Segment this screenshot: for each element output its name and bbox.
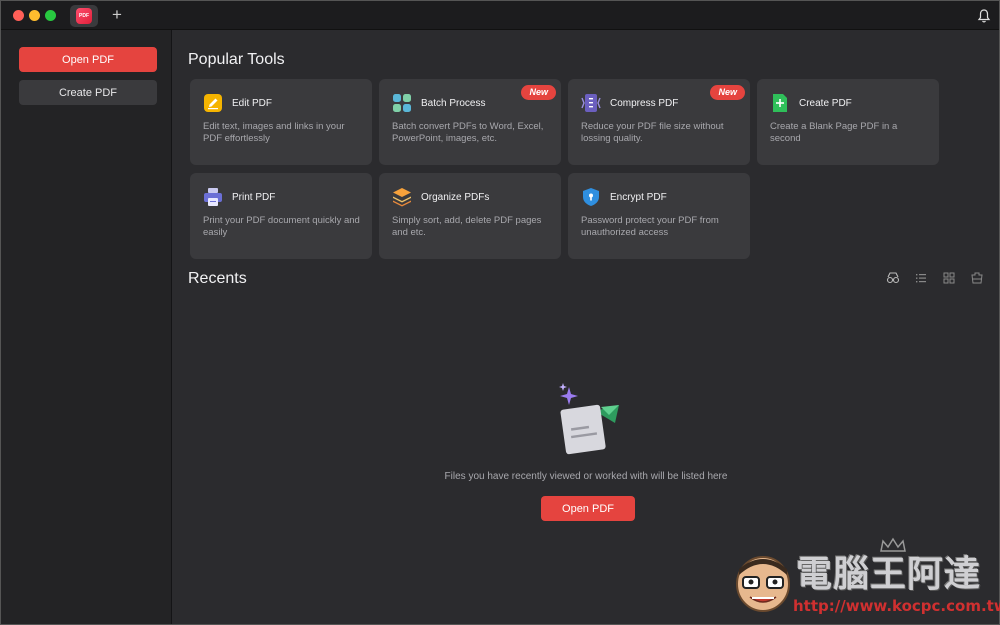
sidebar: Open PDF Create PDF	[1, 30, 172, 624]
clear-recents-icon[interactable]	[970, 271, 984, 285]
list-view-icon[interactable]	[914, 271, 928, 285]
tool-card-encrypt-pdf[interactable]: Encrypt PDF Password protect your PDF fr…	[568, 173, 750, 259]
tool-title: Compress PDF	[610, 98, 679, 109]
organize-icon	[393, 188, 411, 207]
print-icon	[204, 188, 222, 206]
recents-open-pdf-button[interactable]: Open PDF	[541, 496, 635, 521]
edit-icon	[204, 94, 222, 112]
tool-description: Password protect your PDF from unauthori…	[581, 215, 719, 238]
new-badge: New	[710, 85, 745, 100]
app-tab[interactable]: PDF	[70, 5, 98, 27]
encrypt-icon	[583, 188, 599, 206]
tool-card-organize-pdfs[interactable]: Organize PDFs Simply sort, add, delete P…	[379, 173, 561, 259]
popular-tools-heading: Popular Tools	[188, 51, 285, 68]
batch-icon	[393, 94, 411, 112]
tool-card-edit-pdf[interactable]: Edit PDF Edit text, images and links in …	[190, 79, 372, 165]
watermark-title: 電腦王阿達	[796, 554, 982, 595]
empty-documents-illustration	[559, 383, 619, 455]
tool-title: Batch Process	[421, 98, 486, 109]
watermark: 電腦王阿達 http://www.kocpc.com.tw	[731, 537, 1000, 621]
recents-heading: Recents	[188, 270, 247, 287]
watermark-url: http://www.kocpc.com.tw	[793, 597, 1000, 615]
minimize-window-button[interactable]	[29, 10, 40, 21]
mascot-face-logo	[736, 556, 790, 612]
zoom-window-button[interactable]	[45, 10, 56, 21]
new-tab-button[interactable]: +	[109, 6, 125, 24]
tool-card-print-pdf[interactable]: Print PDF Print your PDF document quickl…	[190, 173, 372, 259]
tool-description: Simply sort, add, delete PDF pages and e…	[392, 215, 542, 238]
glasses-view-icon[interactable]	[886, 271, 900, 285]
tool-title: Create PDF	[799, 98, 852, 109]
empty-recents-message: Files you have recently viewed or worked…	[444, 471, 728, 482]
bell-icon[interactable]	[976, 8, 992, 24]
app-logo-icon: PDF	[76, 8, 92, 24]
new-badge: New	[521, 85, 556, 100]
tool-description: Print your PDF document quickly and easi…	[203, 215, 360, 238]
tool-description: Create a Blank Page PDF in a second	[770, 121, 898, 144]
tool-description: Reduce your PDF file size without lossin…	[581, 121, 724, 144]
grid-view-icon[interactable]	[942, 271, 956, 285]
tool-title: Encrypt PDF	[610, 192, 667, 203]
tool-card-create-pdf[interactable]: Create PDF Create a Blank Page PDF in a …	[757, 79, 939, 165]
create-pdf-button[interactable]: Create PDF	[19, 80, 157, 105]
app-window: PDF + Open PDF Create PDF Popular Tools …	[0, 0, 1000, 625]
compress-icon	[581, 94, 601, 112]
close-window-button[interactable]	[13, 10, 24, 21]
tool-description: Batch convert PDFs to Word, Excel, Power…	[392, 121, 544, 144]
tool-card-compress-pdf[interactable]: Compress PDF New Reduce your PDF file si…	[568, 79, 750, 165]
create-icon	[773, 94, 787, 112]
tool-description: Edit text, images and links in your PDF …	[203, 121, 345, 144]
tool-card-batch-process[interactable]: Batch Process New Batch convert PDFs to …	[379, 79, 561, 165]
tool-title: Organize PDFs	[421, 192, 490, 203]
tool-title: Edit PDF	[232, 98, 273, 109]
tool-title: Print PDF	[232, 192, 276, 203]
open-pdf-button[interactable]: Open PDF	[19, 47, 157, 72]
title-bar: PDF +	[1, 1, 999, 30]
main-content: Popular Tools Edit PDF Edit text, images…	[173, 30, 999, 624]
